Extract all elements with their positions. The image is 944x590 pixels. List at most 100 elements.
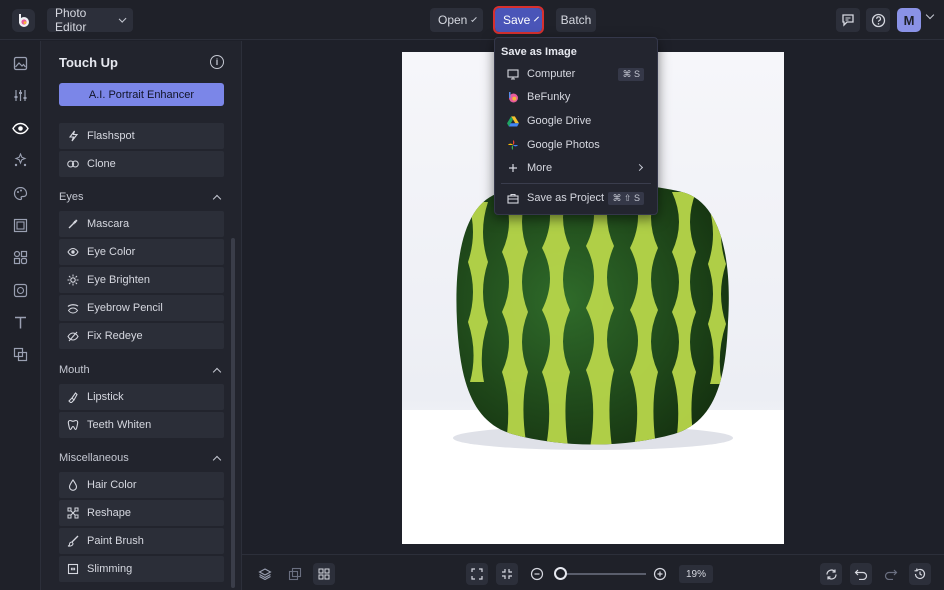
menu-item-label: BeFunky [527, 91, 571, 103]
chevron-down-icon[interactable] [925, 10, 935, 20]
slimming-icon [67, 563, 79, 575]
layers-button[interactable] [254, 563, 276, 585]
section-title: Mouth [59, 364, 90, 376]
adjust-sliders-icon[interactable] [12, 87, 29, 104]
bottom-toolbar: 19% [242, 554, 944, 590]
frame-icon[interactable] [12, 217, 29, 234]
chevron-up-icon [212, 367, 222, 376]
zoom-in-button[interactable] [649, 563, 671, 585]
save-to-google-photos-item[interactable]: Google Photos [496, 134, 656, 156]
texture-icon[interactable] [12, 346, 29, 363]
section-title: Eyes [59, 191, 84, 203]
app-menu-dropdown[interactable]: Photo Editor [47, 6, 133, 34]
compare-icon [288, 567, 302, 581]
chevron-right-icon [635, 163, 644, 172]
save-to-befunky-item[interactable]: BeFunky [496, 86, 656, 108]
tool-label: Flashspot [87, 130, 135, 142]
zoom-out-button[interactable] [526, 563, 548, 585]
tooth-icon [67, 419, 79, 431]
tool-paint-brush[interactable]: Paint Brush [59, 528, 224, 554]
open-button[interactable]: Open [430, 8, 483, 32]
compare-button[interactable] [284, 563, 306, 585]
tool-teeth-whiten[interactable]: Teeth Whiten [59, 412, 224, 438]
tool-flashspot[interactable]: Flashspot [59, 123, 224, 149]
tool-label: Eye Brighten [87, 274, 150, 286]
chevron-up-icon [212, 455, 222, 464]
top-toolbar: Photo Editor Open Save Batch M [0, 0, 944, 40]
more-save-options-item[interactable]: More [496, 157, 656, 179]
tool-label: Fix Redeye [87, 330, 143, 342]
eyebrow-icon [67, 302, 79, 314]
google-drive-icon [507, 115, 519, 127]
tool-eye-brighten[interactable]: Eye Brighten [59, 267, 224, 293]
tool-eye-color[interactable]: Eye Color [59, 239, 224, 265]
fit-to-screen-button[interactable] [466, 563, 488, 585]
eye-icon[interactable] [12, 120, 29, 137]
zoom-value[interactable]: 19% [679, 565, 713, 583]
effects-sparkle-icon[interactable] [12, 152, 29, 169]
zoom-slider-handle[interactable] [554, 567, 567, 580]
menu-heading: Save as Image [501, 46, 577, 58]
clone-icon [67, 158, 79, 170]
save-to-computer-item[interactable]: Computer ⌘ S [496, 63, 656, 85]
app-menu-label: Photo Editor [55, 6, 87, 34]
actual-size-button[interactable] [496, 563, 518, 585]
menu-item-label: Computer [527, 68, 576, 80]
tool-label: Slimming [87, 563, 133, 575]
tool-hair-color[interactable]: Hair Color [59, 472, 224, 498]
menu-item-label: Google Drive [527, 115, 592, 127]
refresh-icon [825, 568, 837, 580]
batch-label: Batch [560, 13, 592, 27]
text-icon[interactable] [12, 314, 29, 331]
rotate-button[interactable] [820, 563, 842, 585]
graphics-shapes-icon[interactable] [12, 249, 29, 266]
zoom-slider-track[interactable] [560, 573, 646, 575]
image-icon[interactable] [12, 55, 29, 72]
tool-reshape[interactable]: Reshape [59, 500, 224, 526]
chevron-down-icon [471, 15, 477, 22]
section-header-miscellaneous[interactable]: Miscellaneous [59, 450, 224, 466]
history-button[interactable] [909, 563, 931, 585]
palette-icon[interactable] [12, 185, 29, 202]
ai-portrait-enhancer-button[interactable]: A.I. Portrait Enhancer [59, 83, 224, 106]
undo-button[interactable] [850, 563, 872, 585]
avatar[interactable]: M [897, 8, 921, 32]
save-button[interactable]: Save [493, 6, 544, 34]
tool-slimming[interactable]: Slimming [59, 556, 224, 582]
tool-lipstick[interactable]: Lipstick [59, 384, 224, 410]
tool-category-rail [0, 41, 41, 590]
eye-slash-icon [67, 330, 79, 342]
menu-item-label: Google Photos [527, 139, 600, 151]
redo-button[interactable] [880, 563, 902, 585]
briefcase-icon [507, 192, 519, 204]
section-header-mouth[interactable]: Mouth [59, 362, 224, 378]
panel-title: Touch Up [59, 55, 118, 70]
befunky-logo[interactable] [12, 9, 35, 32]
tool-eyebrow-pencil[interactable]: Eyebrow Pencil [59, 295, 224, 321]
monitor-icon [507, 68, 519, 80]
tool-clone[interactable]: Clone [59, 151, 224, 177]
grid-view-button[interactable] [313, 563, 335, 585]
tool-mascara[interactable]: Mascara [59, 211, 224, 237]
shortcut-badge: ⌘ ⇧ S [608, 192, 644, 205]
panel-scrollbar[interactable] [231, 238, 235, 588]
save-dropdown-menu: Save as Image Computer ⌘ S BeFunky Googl… [494, 37, 658, 215]
minus-circle-icon [530, 567, 544, 581]
help-button[interactable] [866, 8, 890, 32]
comments-button[interactable] [836, 8, 860, 32]
compress-icon [502, 569, 512, 579]
batch-button[interactable]: Batch [556, 8, 596, 32]
menu-item-label: Save as Project [527, 192, 605, 204]
overlay-icon[interactable] [12, 282, 29, 299]
grid-icon [318, 568, 330, 580]
section-header-eyes[interactable]: Eyes [59, 189, 224, 205]
sun-icon [67, 274, 79, 286]
save-to-google-drive-item[interactable]: Google Drive [496, 110, 656, 132]
history-icon [914, 568, 926, 580]
tool-label: Reshape [87, 507, 132, 519]
tool-fix-redeye[interactable]: Fix Redeye [59, 323, 224, 349]
save-as-project-item[interactable]: Save as Project ⌘ ⇧ S [496, 187, 656, 209]
layers-icon [258, 568, 272, 581]
info-icon[interactable]: i [210, 55, 224, 69]
tool-label: Eyebrow Pencil [87, 302, 163, 314]
